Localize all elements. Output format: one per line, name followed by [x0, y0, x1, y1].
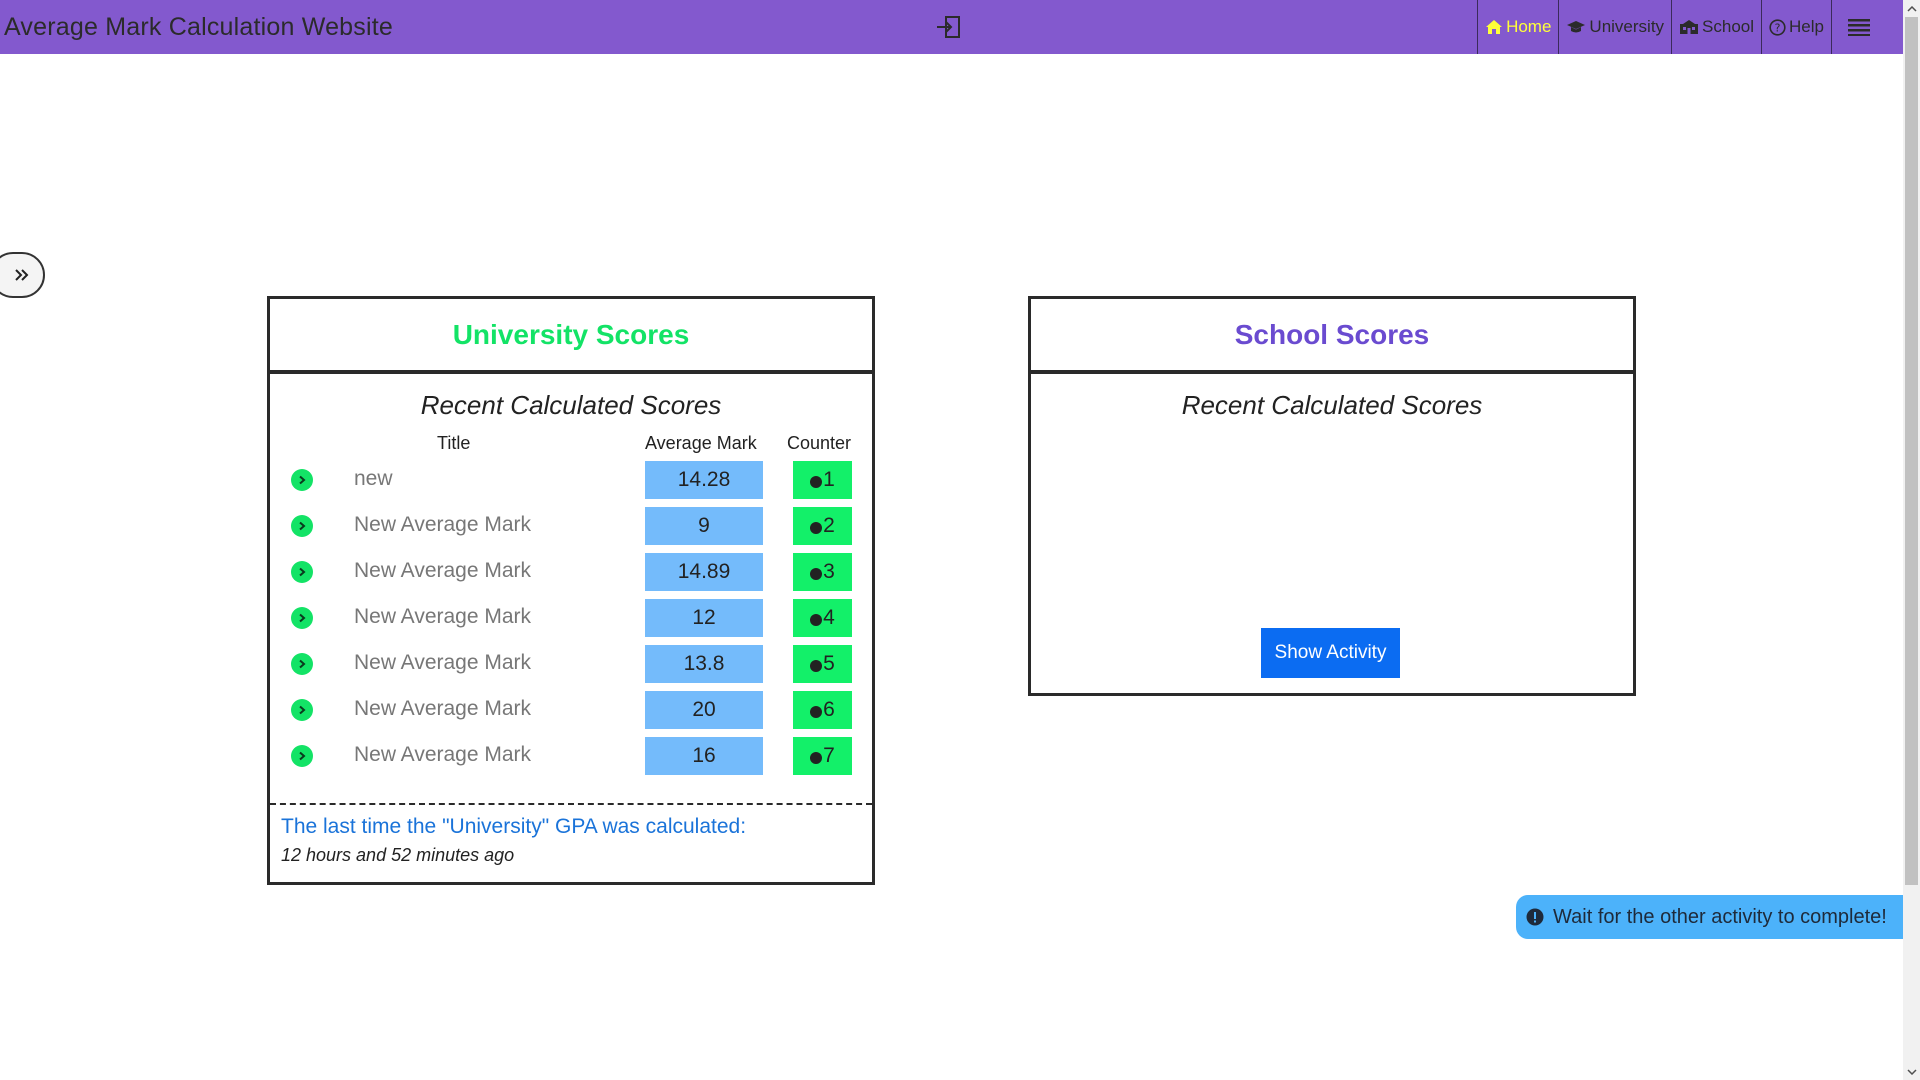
column-header-counter: Counter [787, 433, 852, 453]
scroll-thumb[interactable] [1905, 17, 1918, 885]
scroll-down-arrow[interactable] [1903, 1063, 1920, 1080]
university-scores-card: University Scores Recent Calculated Scor… [267, 296, 875, 885]
table-row: New Average Mark 12 4 [270, 597, 872, 643]
nav-home-label: Home [1506, 17, 1552, 36]
row-counter-value: 1 [823, 468, 835, 491]
school-icon [1679, 19, 1699, 35]
row-average-mark: 13.8 [645, 645, 763, 683]
column-header-title: Title [437, 433, 471, 453]
nav-links: Home University School ? Help [1477, 0, 1886, 54]
dot-icon [810, 521, 823, 534]
table-row: New Average Mark 9 2 [270, 505, 872, 551]
row-counter-value: 2 [823, 514, 835, 537]
last-calculated-label: The last time the "University" GPA was c… [281, 815, 747, 838]
row-title: New Average Mark [354, 605, 532, 628]
row-title: new [354, 467, 393, 490]
column-header-average-mark: Average Mark [645, 433, 757, 453]
dot-icon [810, 659, 823, 672]
row-title: New Average Mark [354, 513, 532, 536]
row-counter: 5 [793, 645, 852, 683]
row-title: New Average Mark [354, 559, 532, 582]
row-title: New Average Mark [354, 651, 532, 674]
row-average-mark: 14.28 [645, 461, 763, 499]
row-counter-value: 7 [823, 744, 835, 767]
university-card-title: University Scores [270, 299, 872, 374]
nav-school[interactable]: School [1671, 0, 1761, 54]
table-row: new 14.28 1 [270, 459, 872, 505]
row-average-mark: 9 [645, 507, 763, 545]
chevron-right-circle-icon[interactable] [291, 745, 313, 767]
help-circle-icon: ? [1769, 18, 1786, 36]
row-title: New Average Mark [354, 743, 532, 766]
graduation-cap-icon [1566, 19, 1586, 35]
notification-toast: Wait for the other activity to complete! [1516, 895, 1903, 939]
svg-text:?: ? [1775, 21, 1781, 34]
university-scores-table: Title Average Mark Counter new 14.28 1 N… [270, 429, 872, 781]
double-chevron-right-icon [14, 269, 28, 281]
dot-icon [810, 475, 823, 488]
chevron-right-circle-icon[interactable] [291, 607, 313, 629]
last-calculated-time: 12 hours and 52 minutes ago [281, 845, 515, 865]
row-counter: 6 [793, 691, 852, 729]
page-scrollbar[interactable] [1903, 0, 1920, 1080]
school-card-subtitle: Recent Calculated Scores [1181, 390, 1483, 420]
nav-help-label: Help [1789, 17, 1824, 36]
sidebar-toggle-button[interactable] [0, 252, 45, 298]
row-counter: 4 [793, 599, 852, 637]
site-title: Average Mark Calculation Website [4, 13, 393, 41]
hamburger-icon [1848, 19, 1870, 36]
logout-button[interactable] [935, 15, 961, 39]
table-header: Title Average Mark Counter [270, 429, 872, 459]
home-icon [1485, 19, 1503, 35]
chevron-right-circle-icon[interactable] [291, 699, 313, 721]
logout-icon [937, 16, 960, 38]
dot-icon [810, 751, 823, 764]
row-counter-value: 5 [823, 652, 835, 675]
school-scores-card: School Scores Recent Calculated Scores S… [1028, 296, 1636, 696]
table-row: New Average Mark 13.8 5 [270, 643, 872, 689]
row-title: New Average Mark [354, 697, 532, 720]
row-average-mark: 14.89 [645, 553, 763, 591]
row-average-mark: 12 [645, 599, 763, 637]
nav-help[interactable]: ? Help [1761, 0, 1831, 54]
row-average-mark: 20 [645, 691, 763, 729]
chevron-right-circle-icon[interactable] [291, 561, 313, 583]
nav-university[interactable]: University [1558, 0, 1671, 54]
table-row: New Average Mark 16 7 [270, 735, 872, 781]
chevron-right-circle-icon[interactable] [291, 469, 313, 491]
dot-icon [810, 705, 823, 718]
top-navbar: Average Mark Calculation Website Home Un… [0, 0, 1903, 54]
row-counter-value: 4 [823, 606, 835, 629]
nav-home[interactable]: Home [1477, 0, 1558, 54]
row-counter-value: 6 [823, 698, 835, 721]
row-counter: 3 [793, 553, 852, 591]
nav-school-label: School [1702, 17, 1755, 36]
university-card-subtitle: Recent Calculated Scores [420, 390, 722, 420]
row-counter: 7 [793, 737, 852, 775]
menu-button[interactable] [1831, 0, 1886, 54]
dot-icon [810, 613, 823, 626]
school-card-title: School Scores [1031, 299, 1633, 374]
exclamation-circle-icon [1526, 908, 1544, 926]
chevron-right-circle-icon[interactable] [291, 653, 313, 675]
row-counter: 1 [793, 461, 852, 499]
chevron-right-circle-icon[interactable] [291, 515, 313, 537]
toast-message: Wait for the other activity to complete! [1553, 905, 1887, 928]
row-counter: 2 [793, 507, 852, 545]
university-card-footer: The last time the "University" GPA was c… [270, 803, 872, 882]
row-counter-value: 3 [823, 560, 835, 583]
table-row: New Average Mark 14.89 3 [270, 551, 872, 597]
scroll-up-arrow[interactable] [1903, 0, 1920, 17]
show-activity-button[interactable]: Show Activity [1261, 628, 1400, 678]
dot-icon [810, 567, 823, 580]
table-row: New Average Mark 20 6 [270, 689, 872, 735]
nav-university-label: University [1589, 17, 1665, 36]
row-average-mark: 16 [645, 737, 763, 775]
